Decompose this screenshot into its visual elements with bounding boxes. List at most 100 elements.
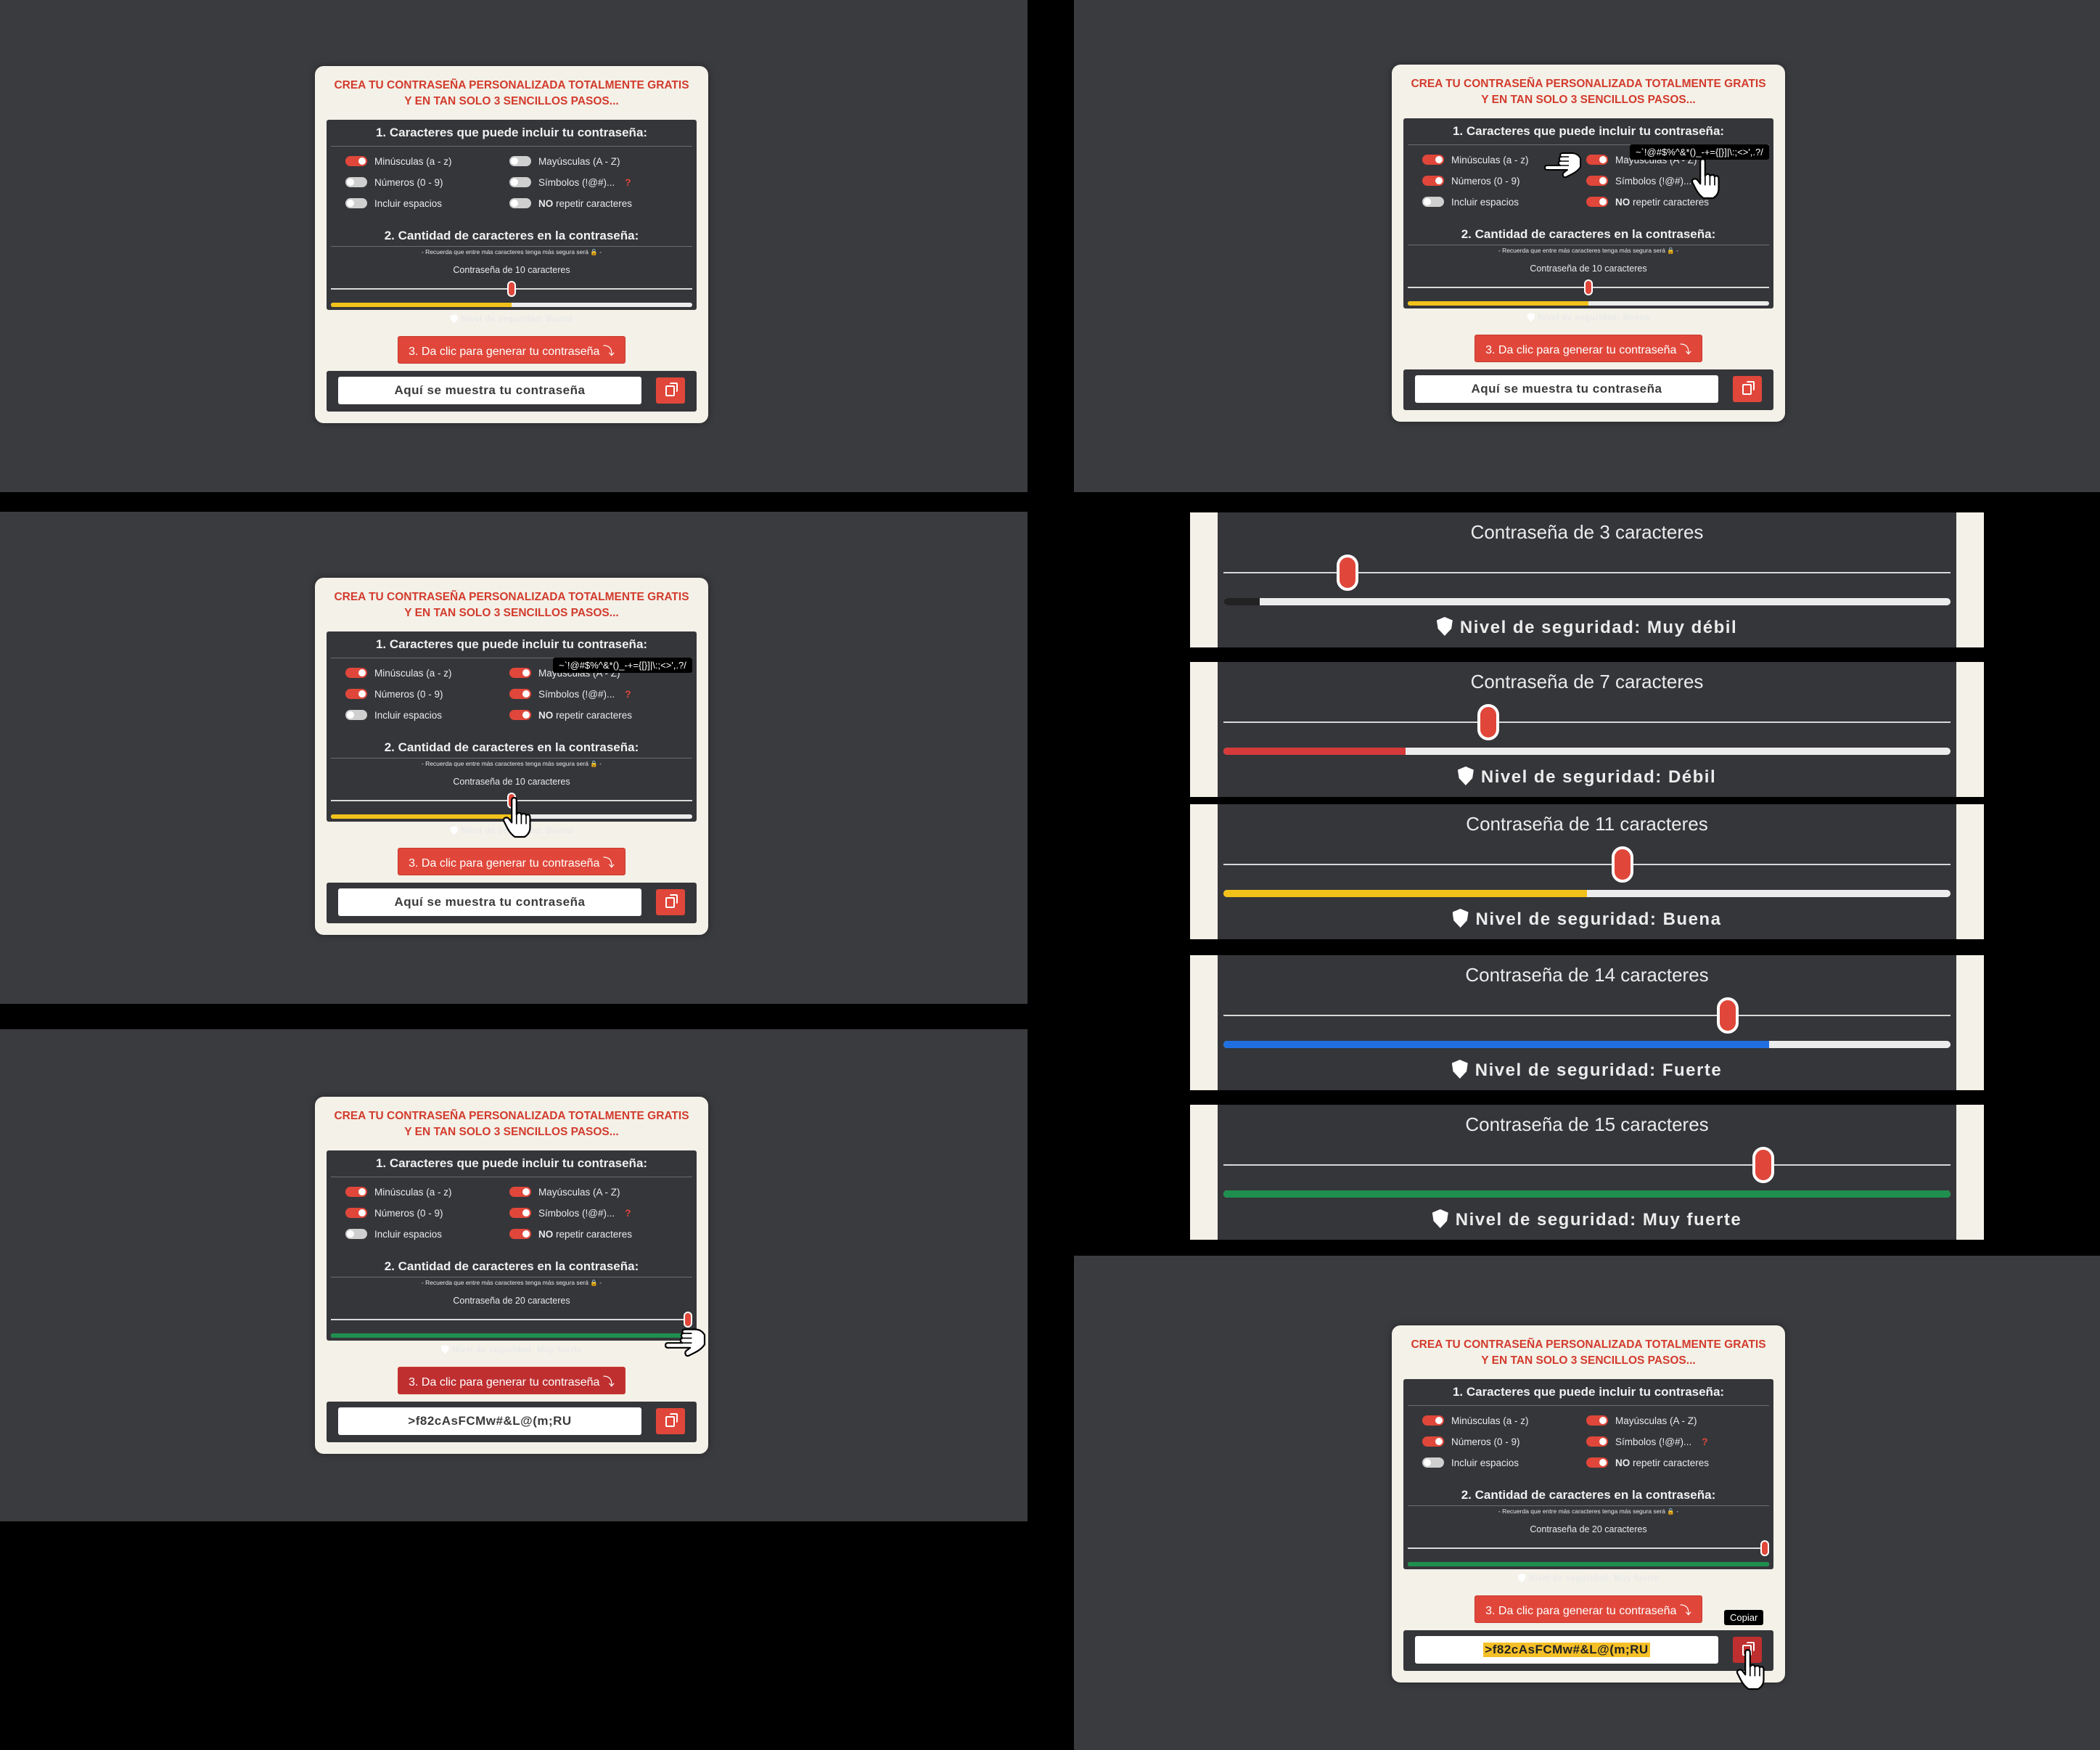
option-no-repeat[interactable]: NO repetir caracteres	[509, 1227, 632, 1241]
strip-slider-track[interactable]	[1223, 1164, 1951, 1166]
option-no-repeat[interactable]: NO repetir caracteres	[509, 708, 632, 722]
option-numbers[interactable]: Números (0 - 9)	[1422, 173, 1520, 188]
option-uppercase[interactable]: Mayúsculas (A - Z)	[509, 154, 620, 168]
lowercase-toggle[interactable]	[1422, 155, 1444, 165]
symbols-help-icon[interactable]: ?	[625, 1208, 631, 1219]
option-symbols[interactable]: Símbolos (!@#)...?	[509, 175, 631, 189]
option-spaces[interactable]: Incluir espacios	[345, 708, 442, 722]
numbers-toggle[interactable]	[345, 689, 367, 699]
option-symbols[interactable]: Símbolos (!@#)...?	[1586, 173, 1707, 188]
symbols-toggle[interactable]	[509, 1208, 531, 1218]
strip-dark-area: Contraseña de 11 caracteres Nivel de seg…	[1218, 804, 1956, 939]
generate-password-button[interactable]: 3. Da clic para generar tu contraseña ⤵	[398, 1367, 626, 1394]
numbers-toggle[interactable]	[345, 177, 367, 187]
strip-slider-thumb[interactable]	[1752, 1147, 1774, 1183]
option-lowercase[interactable]: Minúsculas (a - z)	[345, 666, 452, 680]
option-spaces[interactable]: Incluir espacios	[345, 1227, 442, 1241]
length-hint: - Recuerda que entre más caracteres teng…	[421, 1279, 602, 1286]
no-repeat-toggle[interactable]	[509, 198, 531, 208]
no-repeat-toggle[interactable]	[1586, 197, 1608, 207]
length-slider-thumb[interactable]	[507, 281, 516, 297]
no-repeat-text: repetir caracteres	[553, 709, 633, 721]
option-spaces[interactable]: Incluir espacios	[1422, 195, 1519, 209]
spaces-toggle[interactable]	[1422, 197, 1444, 207]
no-repeat-toggle[interactable]	[509, 710, 531, 720]
symbols-help-icon[interactable]: ?	[1702, 1436, 1707, 1447]
length-slider-track[interactable]	[1408, 1547, 1769, 1549]
length-hint: - Recuerda que entre más caracteres teng…	[421, 760, 602, 767]
option-label: NO repetir caracteres	[1615, 1457, 1709, 1468]
option-no-repeat[interactable]: NO repetir caracteres	[509, 196, 632, 210]
symbols-toggle[interactable]	[1586, 1436, 1608, 1447]
password-output-field[interactable]: >f82cAsFCMw#&L@(m;RU	[338, 1407, 641, 1435]
option-numbers[interactable]: Números (0 - 9)	[1422, 1434, 1520, 1449]
numbers-toggle[interactable]	[1422, 176, 1444, 186]
option-label: Símbolos (!@#)...	[538, 176, 615, 188]
symbols-toggle[interactable]	[509, 689, 531, 699]
option-lowercase[interactable]: Minúsculas (a - z)	[345, 154, 452, 168]
option-numbers[interactable]: Números (0 - 9)	[345, 687, 443, 701]
strip-slider-thumb[interactable]	[1477, 704, 1499, 740]
length-slider-track[interactable]	[331, 1319, 692, 1320]
no-repeat-toggle[interactable]	[509, 1229, 531, 1239]
numbers-toggle[interactable]	[1422, 1436, 1444, 1447]
option-symbols[interactable]: Símbolos (!@#)...?	[1586, 1434, 1707, 1449]
strip-slider-track[interactable]	[1223, 721, 1951, 723]
strip-slider-track[interactable]	[1223, 1015, 1951, 1016]
symbols-toggle[interactable]	[1586, 176, 1608, 186]
spaces-toggle[interactable]	[345, 710, 367, 720]
options-panel: 1. Caracteres que puede incluir tu contr…	[327, 120, 697, 310]
symbols-toggle[interactable]	[509, 177, 531, 187]
toggle-knob	[1424, 1459, 1431, 1466]
password-output-field[interactable]: Aquí se muestra tu contraseña	[1415, 375, 1718, 403]
option-numbers[interactable]: Números (0 - 9)	[345, 1206, 443, 1220]
password-output-field[interactable]: Aquí se muestra tu contraseña	[338, 888, 641, 916]
uppercase-toggle[interactable]	[509, 156, 531, 166]
no-repeat-toggle[interactable]	[1586, 1457, 1608, 1468]
symbols-help-icon[interactable]: ?	[625, 689, 631, 700]
strip-slider-thumb[interactable]	[1611, 846, 1633, 883]
option-lowercase[interactable]: Minúsculas (a - z)	[345, 1185, 452, 1199]
option-symbols[interactable]: Símbolos (!@#)...?	[509, 687, 631, 701]
copy-button[interactable]	[656, 1408, 685, 1434]
password-output-field[interactable]: >f82cAsFCMw#&L@(m;RU	[1415, 1636, 1718, 1664]
strip-security-level: Nivel de seguridad: Muy fuerte	[1218, 1209, 1956, 1230]
option-numbers[interactable]: Números (0 - 9)	[345, 175, 443, 189]
generate-password-button[interactable]: 3. Da clic para generar tu contraseña ⤵	[398, 336, 626, 364]
copy-button[interactable]	[656, 377, 685, 404]
spaces-toggle[interactable]	[345, 1229, 367, 1239]
spaces-toggle[interactable]	[345, 198, 367, 208]
length-slider-thumb[interactable]	[1760, 1540, 1769, 1556]
numbers-toggle[interactable]	[345, 1208, 367, 1218]
spaces-toggle[interactable]	[1422, 1457, 1444, 1468]
uppercase-toggle[interactable]	[509, 1187, 531, 1197]
option-lowercase[interactable]: Minúsculas (a - z)	[1422, 152, 1529, 167]
option-lowercase[interactable]: Minúsculas (a - z)	[1422, 1413, 1529, 1428]
option-spaces[interactable]: Incluir espacios	[1422, 1455, 1519, 1470]
uppercase-toggle[interactable]	[1586, 155, 1608, 165]
copy-button[interactable]	[656, 889, 685, 915]
symbols-help-icon[interactable]: ?	[625, 177, 631, 188]
uppercase-toggle[interactable]	[1586, 1415, 1608, 1426]
uppercase-toggle[interactable]	[509, 668, 531, 678]
lowercase-toggle[interactable]	[345, 1187, 367, 1197]
strip-slider-track[interactable]	[1223, 864, 1951, 865]
option-uppercase[interactable]: Mayúsculas (A - Z)	[509, 1185, 620, 1199]
generate-password-button[interactable]: 3. Da clic para generar tu contraseña ⤵	[1474, 1595, 1702, 1623]
lowercase-toggle[interactable]	[345, 156, 367, 166]
lowercase-toggle[interactable]	[1422, 1415, 1444, 1426]
option-uppercase[interactable]: Mayúsculas (A - Z)	[1586, 1413, 1697, 1428]
copy-button[interactable]	[1733, 376, 1762, 402]
option-label: Mayúsculas (A - Z)	[538, 1186, 620, 1198]
generate-password-button[interactable]: 3. Da clic para generar tu contraseña ⤵	[1474, 335, 1702, 362]
length-slider-thumb[interactable]	[1584, 279, 1593, 295]
password-output-field[interactable]: Aquí se muestra tu contraseña	[338, 377, 641, 404]
strip-slider-track[interactable]	[1223, 572, 1951, 573]
option-symbols[interactable]: Símbolos (!@#)...?	[509, 1206, 631, 1220]
strip-slider-thumb[interactable]	[1717, 997, 1739, 1034]
generate-password-button[interactable]: 3. Da clic para generar tu contraseña ⤵	[398, 848, 626, 875]
strip-slider-thumb[interactable]	[1336, 555, 1358, 591]
option-no-repeat[interactable]: NO repetir caracteres	[1586, 1455, 1709, 1470]
option-spaces[interactable]: Incluir espacios	[345, 196, 442, 210]
lowercase-toggle[interactable]	[345, 668, 367, 678]
